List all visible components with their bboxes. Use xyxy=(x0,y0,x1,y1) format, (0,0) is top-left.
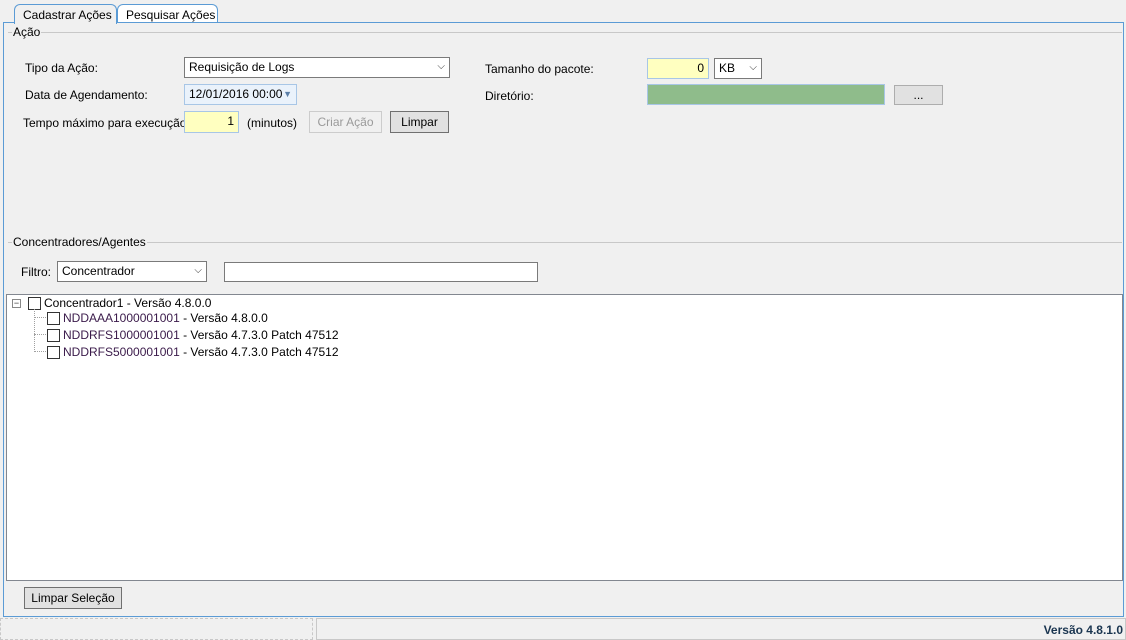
filtro-text-input[interactable] xyxy=(224,262,538,282)
tamanho-label: Tamanho do pacote: xyxy=(485,62,594,76)
node-version: - Versão 4.8.0.0 xyxy=(123,296,212,310)
chevron-down-icon: ⌵ xyxy=(194,265,202,276)
checkbox[interactable] xyxy=(47,346,60,360)
filtro-label: Filtro: xyxy=(21,265,51,279)
unit-value: KB xyxy=(719,61,736,75)
dropdown-arrow-icon: ▼ xyxy=(283,89,292,99)
group-title-acao: Ação xyxy=(12,25,42,39)
node-name: NDDRFS1000001001 xyxy=(63,328,180,342)
chevron-down-icon: ⌵ xyxy=(437,61,445,72)
tab-cadastrar-acoes[interactable]: Cadastrar Ações xyxy=(14,4,117,24)
browse-button[interactable]: ... xyxy=(894,85,943,105)
chevron-down-icon: ⌵ xyxy=(749,62,757,73)
data-label: Data de Agendamento: xyxy=(25,88,148,102)
tree-node-root[interactable]: Concentrador1 - Versão 4.8.0.0 xyxy=(28,295,211,311)
collapse-icon[interactable]: − xyxy=(12,299,21,308)
tipo-select[interactable]: Requisição de Logs ⌵ xyxy=(184,57,450,78)
filtro-value: Concentrador xyxy=(62,264,135,278)
tipo-value: Requisição de Logs xyxy=(189,60,295,74)
limpar-selecao-button[interactable]: Limpar Seleção xyxy=(24,587,122,609)
group-title-agentes: Concentradores/Agentes xyxy=(12,235,147,249)
node-version: - Versão 4.7.3.0 Patch 47512 xyxy=(179,345,339,359)
checkbox[interactable] xyxy=(47,329,60,343)
filtro-select[interactable]: Concentrador ⌵ xyxy=(57,261,207,282)
node-name: NDDAAA1000001001 xyxy=(63,311,180,325)
limpar-button[interactable]: Limpar xyxy=(390,111,449,133)
data-picker[interactable]: 12/01/2016 00:00 ▼ xyxy=(184,84,297,105)
node-name: Concentrador1 xyxy=(44,296,124,310)
tipo-label: Tipo da Ação: xyxy=(25,61,98,75)
tree-line xyxy=(34,344,46,352)
tree-node-child[interactable]: NDDRFS1000001001 - Versão 4.7.3.0 Patch … xyxy=(47,327,339,343)
group-divider xyxy=(8,32,1122,33)
diretorio-input[interactable] xyxy=(647,84,885,105)
agent-tree[interactable]: − Concentrador1 - Versão 4.8.0.0 NDDAAA1… xyxy=(6,294,1123,581)
version-status: Versão 4.8.1.0 xyxy=(316,618,1126,640)
tree-line xyxy=(34,310,46,318)
data-value: 12/01/2016 00:00 xyxy=(189,87,283,101)
node-name: NDDRFS5000001001 xyxy=(63,345,180,359)
tree-node-child[interactable]: NDDRFS5000001001 - Versão 4.7.3.0 Patch … xyxy=(47,344,339,360)
tree-node-child[interactable]: NDDAAA1000001001 - Versão 4.8.0.0 xyxy=(47,310,268,326)
tab-pesquisar-acoes[interactable]: Pesquisar Ações xyxy=(117,4,218,23)
node-version: - Versão 4.8.0.0 xyxy=(179,311,268,325)
tamanho-input[interactable]: 0 xyxy=(647,58,709,79)
group-divider xyxy=(8,242,1122,243)
status-panel-left xyxy=(0,618,313,640)
diretorio-label: Diretório: xyxy=(485,89,534,103)
tempo-unit: (minutos) xyxy=(247,116,298,130)
checkbox[interactable] xyxy=(47,312,60,326)
unit-select[interactable]: KB ⌵ xyxy=(714,58,762,79)
tree-line xyxy=(34,327,46,335)
tempo-input[interactable]: 1 xyxy=(184,111,239,133)
criar-acao-button[interactable]: Criar Ação xyxy=(309,111,382,133)
node-version: - Versão 4.7.3.0 Patch 47512 xyxy=(179,328,339,342)
tempo-label: Tempo máximo para execução: xyxy=(23,116,190,130)
